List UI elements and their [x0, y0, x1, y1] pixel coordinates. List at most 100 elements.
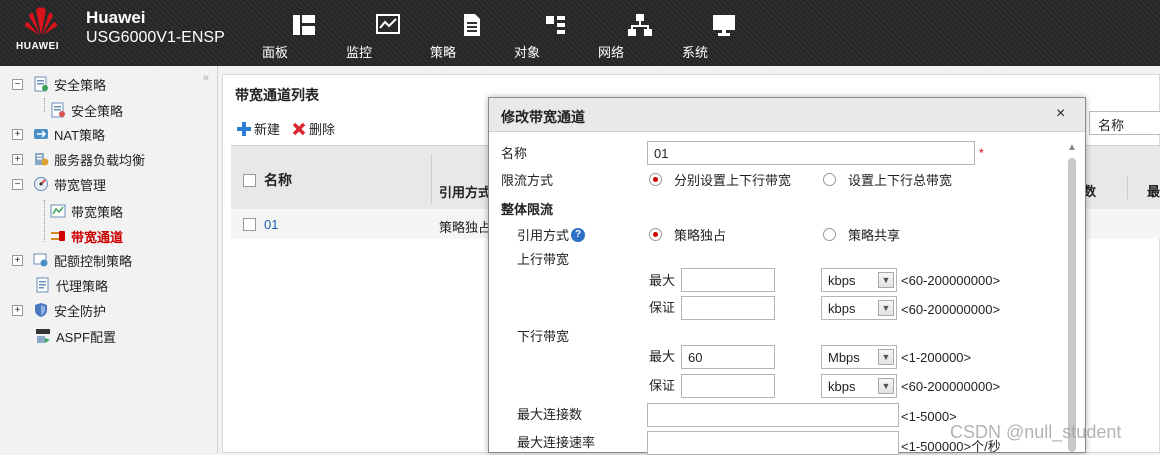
- unit-value: kbps: [828, 273, 856, 288]
- chevron-down-icon[interactable]: ▼: [878, 349, 894, 365]
- help-icon[interactable]: ?: [571, 227, 586, 242]
- sidebar-item-nat-policy[interactable]: + NAT策略: [12, 122, 105, 146]
- server-balance-icon: [35, 153, 49, 166]
- upstream-max-input[interactable]: [681, 268, 775, 292]
- nav-policy[interactable]: 策略: [430, 10, 514, 60]
- scroll-up-icon[interactable]: ▲: [1066, 142, 1078, 153]
- limit-mode-label: 限流方式: [501, 173, 554, 188]
- search-field-selector[interactable]: 名称: [1089, 111, 1160, 135]
- downstream-max-input[interactable]: 60: [681, 345, 775, 369]
- upstream-max-unit-select[interactable]: kbps ▼: [821, 268, 897, 292]
- header-name-column[interactable]: 名称: [243, 170, 292, 190]
- range-hint: <1-5000>: [901, 409, 957, 424]
- downstream-max-unit-select[interactable]: Mbps ▼: [821, 345, 897, 369]
- collapse-icon[interactable]: −: [12, 178, 23, 190]
- range-hint: <60-200000000>: [901, 302, 1001, 317]
- radio-label: 策略独占: [674, 228, 727, 243]
- downstream-guarantee-input[interactable]: [681, 374, 775, 398]
- list-toolbar: 新建 删除: [237, 119, 335, 138]
- select-all-checkbox[interactable]: [243, 173, 256, 187]
- downstream-guarantee-unit-select[interactable]: kbps ▼: [821, 374, 897, 398]
- max-label: 最大: [649, 349, 676, 364]
- scroll-thumb[interactable]: [1068, 158, 1076, 452]
- expand-icon[interactable]: +: [12, 304, 23, 316]
- max-connections-input[interactable]: [647, 403, 899, 427]
- sidebar-item-security-policy-group[interactable]: − 安全策略: [12, 72, 106, 96]
- dashboard-icon: [293, 15, 315, 35]
- sidebar-item-aspf-config[interactable]: ASPF配置: [35, 324, 116, 348]
- sidebar-item-label: 带宽通道: [71, 229, 124, 245]
- limit-mode-separate-radio[interactable]: 分别设置上下行带宽: [649, 170, 791, 189]
- collapse-icon[interactable]: −: [12, 78, 23, 90]
- column-header-name: 名称: [264, 172, 292, 188]
- sidebar-item-quota-control[interactable]: + 配额控制策略: [12, 248, 132, 272]
- sidebar-item-server-load-balance[interactable]: + 服务器负载均衡: [12, 147, 145, 171]
- collapse-sidebar-icon[interactable]: «: [203, 72, 209, 84]
- nav-dashboard[interactable]: 面板: [262, 10, 346, 60]
- chevron-down-icon[interactable]: ▼: [878, 300, 894, 316]
- upstream-guarantee-input[interactable]: [681, 296, 775, 320]
- chevron-down-icon[interactable]: ▼: [878, 378, 894, 394]
- ref-shared-radio[interactable]: 策略共享: [823, 225, 900, 244]
- nav-label: 系统: [682, 45, 709, 60]
- proxy-policy-icon: [36, 277, 49, 293]
- shield-icon: [35, 303, 47, 317]
- expand-icon[interactable]: +: [12, 254, 23, 266]
- sidebar-item-label: ASPF配置: [56, 329, 116, 345]
- radio-label: 设置上下行总带宽: [848, 173, 953, 188]
- close-icon[interactable]: ×: [1056, 105, 1065, 123]
- nav-object[interactable]: 对象: [514, 10, 598, 60]
- row-name-link[interactable]: 01: [264, 217, 278, 232]
- nav-system[interactable]: 系统: [682, 10, 766, 60]
- row-checkbox[interactable]: [243, 218, 256, 231]
- policy-icon: [34, 76, 48, 92]
- sidebar-item-label: 服务器负载均衡: [54, 152, 146, 168]
- sidebar-item-bandwidth-policy[interactable]: 带宽策略: [50, 199, 123, 223]
- radio-label: 分别设置上下行带宽: [674, 173, 792, 188]
- upstream-bandwidth-label: 上行带宽: [517, 252, 570, 267]
- limit-mode-total-radio[interactable]: 设置上下行总带宽: [823, 170, 952, 189]
- sidebar-item-bandwidth-channel[interactable]: 带宽通道: [50, 224, 123, 248]
- unit-value: kbps: [828, 379, 856, 394]
- sidebar-item-label: 配额控制策略: [54, 253, 133, 269]
- delete-button[interactable]: 删除: [292, 119, 335, 138]
- device-model: USG6000V1-ENSP: [86, 29, 225, 46]
- ref-mode-label: 引用方式 ?: [517, 225, 586, 244]
- max-connection-rate-input[interactable]: [647, 431, 899, 455]
- chevron-down-icon[interactable]: ▼: [878, 272, 894, 288]
- bandwidth-policy-icon: [50, 204, 66, 218]
- delete-icon: [292, 122, 306, 135]
- quota-icon: [33, 253, 48, 267]
- overall-limit-section: 整体限流: [501, 202, 554, 217]
- sidebar-item-security-policy[interactable]: 安全策略: [50, 98, 123, 122]
- name-field[interactable]: 01: [647, 141, 975, 165]
- new-button[interactable]: 新建: [237, 119, 280, 138]
- row-ref-cell: 策略独占: [439, 220, 492, 235]
- nav-monitor[interactable]: 监控: [346, 10, 430, 60]
- radio-unselected[interactable]: [823, 173, 836, 186]
- nav-label: 策略: [430, 45, 457, 60]
- main-nav: 面板 监控 策略 对象 网络 系统: [262, 10, 766, 60]
- ref-exclusive-radio[interactable]: 策略独占: [649, 225, 726, 244]
- sidebar-item-security-protection[interactable]: + 安全防护: [12, 298, 106, 322]
- sidebar-item-proxy-policy[interactable]: 代理策略: [35, 273, 108, 297]
- sidebar: « − 安全策略 安全策略 + NAT策略 + 服务器负载均衡 − 带宽管理 带…: [0, 66, 218, 453]
- radio-selected[interactable]: [649, 228, 662, 241]
- sidebar-item-label: 带宽策略: [71, 204, 124, 220]
- nav-label: 对象: [514, 45, 541, 60]
- sidebar-item-bandwidth-management[interactable]: − 带宽管理: [12, 172, 106, 196]
- radio-unselected[interactable]: [823, 228, 836, 241]
- network-icon: [628, 14, 652, 36]
- monitor-icon: [376, 14, 400, 34]
- column-header-ref: 引用方式: [439, 185, 492, 200]
- radio-selected[interactable]: [649, 173, 662, 186]
- upstream-guarantee-unit-select[interactable]: kbps ▼: [821, 296, 897, 320]
- guarantee-label: 保证: [649, 378, 676, 393]
- dialog-scrollbar[interactable]: ▲: [1065, 140, 1079, 452]
- new-label: 新建: [254, 122, 281, 137]
- expand-icon[interactable]: +: [12, 128, 23, 140]
- radio-label: 策略共享: [848, 228, 901, 243]
- nav-network[interactable]: 网络: [598, 10, 682, 60]
- watermark: CSDN @null_student: [950, 422, 1122, 442]
- expand-icon[interactable]: +: [12, 153, 23, 165]
